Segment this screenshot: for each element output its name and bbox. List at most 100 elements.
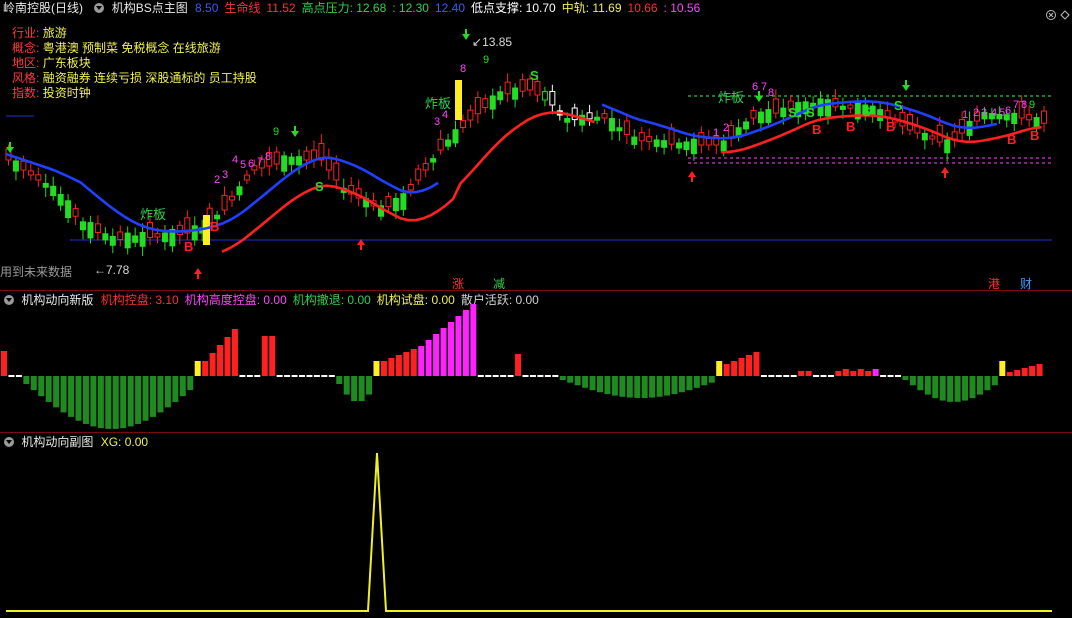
negative-bar — [701, 376, 708, 386]
candle-body — [534, 81, 541, 96]
positive-bar — [433, 334, 440, 376]
flat-bar — [827, 375, 834, 377]
positive-bar — [1, 351, 7, 376]
positive-bar — [380, 361, 387, 376]
main-chart-panel[interactable]: 岭南控股(日线) 机构BS点主图 8.50 生命线 11.52 高点压力: 12.68… — [0, 0, 1072, 291]
candle-body — [12, 160, 19, 172]
candle-body — [497, 91, 504, 101]
institution-trend-panel[interactable]: 机构动向新版 机构控盘: 3.10 机构高度控盘: 0.00 机构撤退: 0.00 机… — [0, 291, 1072, 432]
count-label: 9 — [273, 126, 279, 138]
flat-bar — [522, 375, 529, 377]
negative-bar — [164, 376, 171, 408]
negative-bar — [671, 376, 678, 395]
positive-bar — [418, 346, 425, 376]
candle-body — [825, 99, 831, 117]
candle-body — [154, 233, 161, 238]
count-label: 7 — [761, 81, 767, 93]
negative-bar — [150, 376, 156, 417]
positive-bar — [440, 328, 447, 376]
candle-body — [698, 132, 705, 146]
negative-bar — [172, 376, 179, 402]
buy-arrow-icon — [688, 171, 696, 182]
flat-bar — [485, 375, 492, 377]
negative-bar — [649, 376, 656, 398]
flat-bar — [768, 375, 775, 377]
candle-body — [1033, 117, 1040, 128]
candle-body — [430, 158, 437, 163]
negative-bar — [112, 376, 119, 429]
negative-bar — [939, 376, 946, 401]
negative-bar — [634, 376, 641, 398]
count-label: 2 — [973, 107, 979, 119]
buy-marker: B — [1030, 128, 1039, 143]
negative-bar — [38, 376, 45, 397]
flat-bar — [544, 375, 551, 377]
positive-bar — [231, 329, 238, 376]
candle-body — [474, 96, 481, 115]
count-label: 9 — [483, 54, 489, 66]
buy-marker: B — [210, 219, 219, 234]
negative-bar — [984, 376, 991, 391]
zhaban-label-2: 炸板 — [425, 96, 452, 111]
candle-body — [296, 156, 303, 166]
buy-marker: B — [846, 119, 855, 134]
positive-bar — [448, 322, 454, 376]
positive-bar — [1014, 370, 1021, 376]
candle-body — [1011, 112, 1018, 124]
candle-body — [281, 155, 288, 172]
negative-bar — [641, 376, 648, 398]
flat-bar — [328, 375, 335, 377]
candle-body — [743, 121, 750, 130]
candle-body — [243, 174, 250, 181]
positive-bar — [835, 371, 842, 376]
candle-body — [1026, 114, 1033, 121]
candle-body — [549, 90, 556, 106]
count-label: 8 — [768, 87, 774, 99]
count-label: 7 — [257, 156, 263, 168]
candle-body — [757, 111, 764, 124]
buy-arrow-icon — [194, 268, 202, 279]
highlight-candle-2 — [455, 80, 462, 120]
buy-marker: B — [184, 239, 193, 254]
flat-bar — [477, 375, 484, 377]
positive-bar — [857, 369, 864, 376]
sell-marker: S — [894, 98, 903, 113]
negative-bar — [947, 376, 954, 402]
candle-body — [117, 231, 124, 240]
candlestick-chart[interactable]: BBB B BB BSSS S S S2 34 5 6 7 8934891 26 7 81 2 3 4 5 6 7 8 9 — [0, 0, 1072, 290]
flat-bar — [299, 375, 305, 377]
negative-bar — [60, 376, 67, 413]
negative-bar — [75, 376, 82, 421]
flat-bar — [284, 375, 291, 377]
candle-body — [720, 140, 727, 152]
candle-body — [221, 194, 228, 211]
candle-body — [161, 232, 168, 243]
buy-arrow-icon — [357, 239, 365, 250]
candle-body — [176, 224, 183, 236]
positive-bar — [217, 345, 224, 376]
candle-body — [72, 208, 79, 217]
candle-body — [452, 129, 459, 144]
count-label: 6 — [248, 158, 254, 170]
count-label: 8 — [460, 63, 466, 75]
flat-bar — [291, 375, 298, 377]
positive-bar — [850, 371, 857, 376]
flat-bar — [306, 375, 313, 377]
flat-bar — [895, 375, 901, 377]
flat-bar — [507, 375, 514, 377]
candle-body — [899, 111, 906, 127]
institution-sub-panel[interactable]: 机构动向副图 XG: 0.00 — [0, 433, 1072, 618]
candle-body — [489, 95, 496, 110]
positive-bar — [1021, 368, 1028, 376]
candle-body — [638, 132, 645, 142]
candle-body — [236, 186, 243, 196]
count-label: 1 — [713, 127, 719, 139]
candle-body — [400, 193, 407, 210]
flat-bar — [529, 375, 536, 377]
candle-body — [422, 162, 429, 171]
candle-body — [407, 184, 414, 191]
candle-body — [20, 160, 27, 171]
candle-body — [512, 87, 519, 100]
sell-arrow-icon — [291, 126, 299, 137]
negative-bar — [351, 376, 358, 402]
